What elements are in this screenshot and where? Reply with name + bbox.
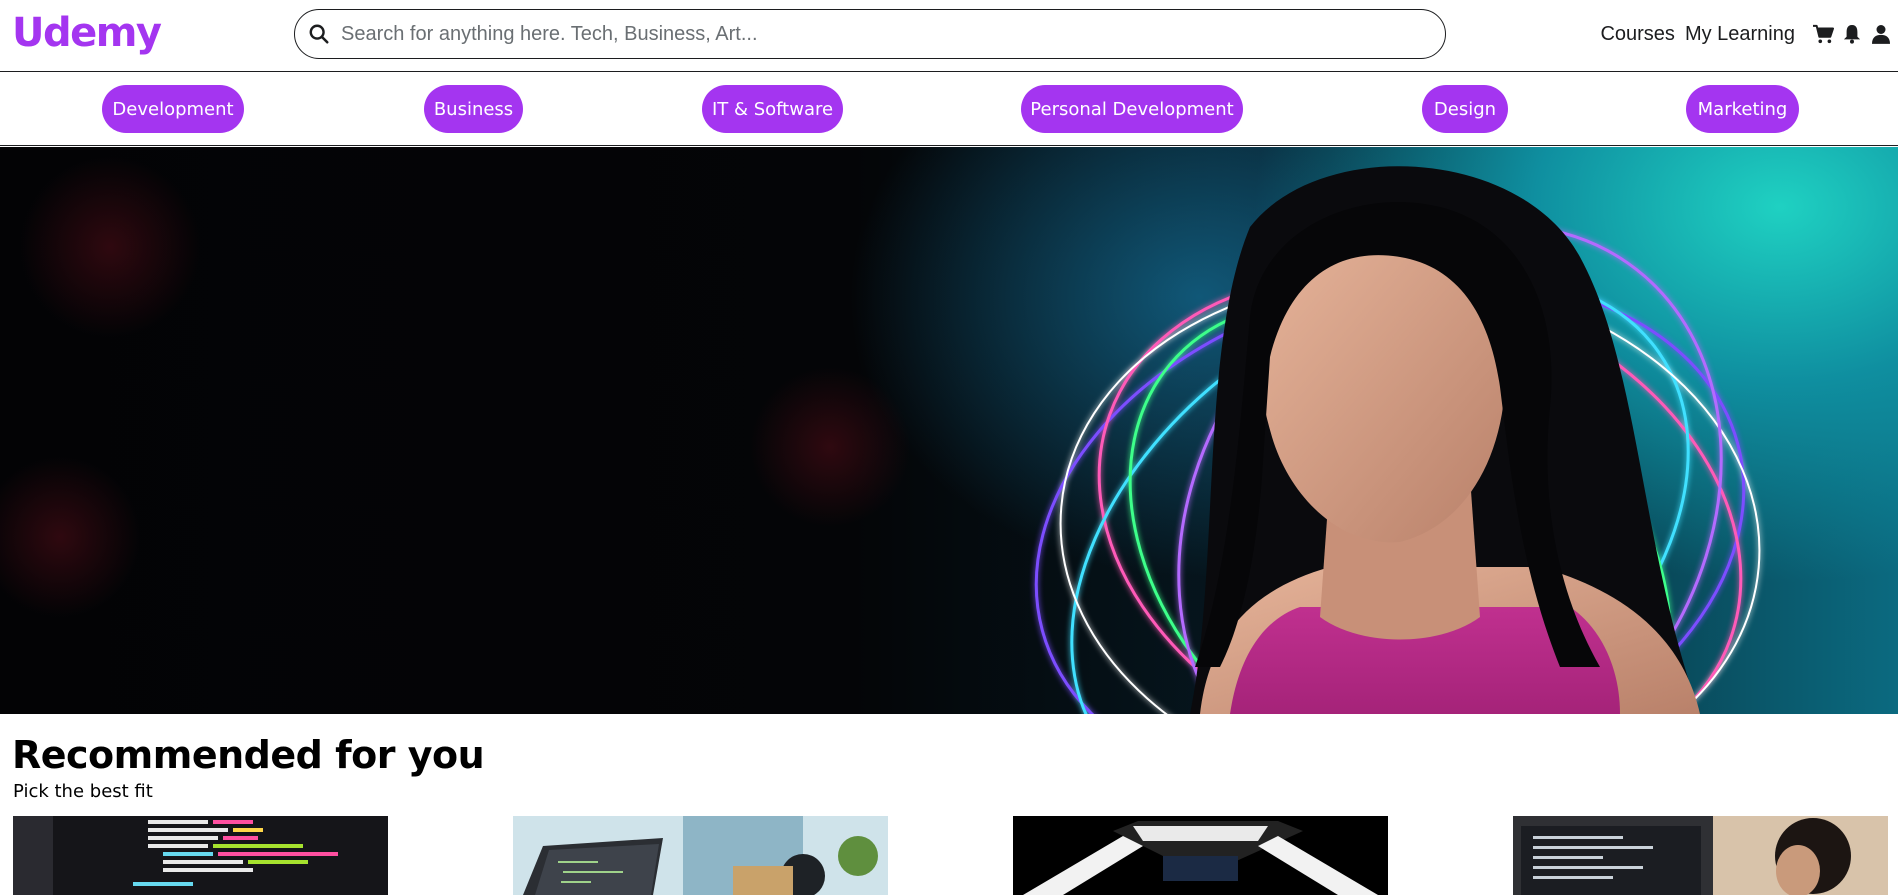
udemy-logo[interactable]: Udemy	[12, 10, 162, 56]
cart-icon[interactable]	[1812, 23, 1834, 45]
hero-image	[0, 157, 1761, 714]
top-nav: Courses My Learning	[1600, 20, 1898, 48]
category-pill-marketing[interactable]: Marketing	[1686, 85, 1799, 133]
course-thumbnail	[1013, 816, 1388, 895]
course-card[interactable]	[1013, 816, 1388, 895]
user-icon[interactable]	[1870, 23, 1892, 45]
top-header: Udemy Courses My Learning	[0, 0, 1898, 72]
course-card[interactable]	[513, 816, 888, 895]
category-bar: Development Business IT & Software Perso…	[0, 73, 1898, 146]
category-pill-design[interactable]: Design	[1422, 85, 1508, 133]
search-bar[interactable]	[294, 9, 1446, 59]
category-pill-development[interactable]: Development	[102, 85, 244, 133]
search-input[interactable]	[341, 22, 1445, 46]
course-thumbnail	[513, 816, 888, 895]
hero-banner[interactable]	[0, 147, 1898, 714]
course-thumbnail	[13, 816, 388, 895]
recommended-title: Recommended for you	[12, 733, 485, 777]
category-pill-business[interactable]: Business	[424, 85, 523, 133]
recommended-subtitle: Pick the best fit	[13, 781, 153, 802]
course-card[interactable]	[13, 816, 388, 895]
category-pill-it-software[interactable]: IT & Software	[702, 85, 843, 133]
courses-link[interactable]: Courses	[1600, 23, 1674, 46]
category-pill-personal-development[interactable]: Personal Development	[1021, 85, 1243, 133]
course-thumbnail	[1513, 816, 1888, 895]
search-icon[interactable]	[307, 22, 331, 46]
my-learning-link[interactable]: My Learning	[1685, 23, 1795, 46]
bell-icon[interactable]	[1841, 23, 1863, 45]
course-card[interactable]	[1513, 816, 1888, 895]
